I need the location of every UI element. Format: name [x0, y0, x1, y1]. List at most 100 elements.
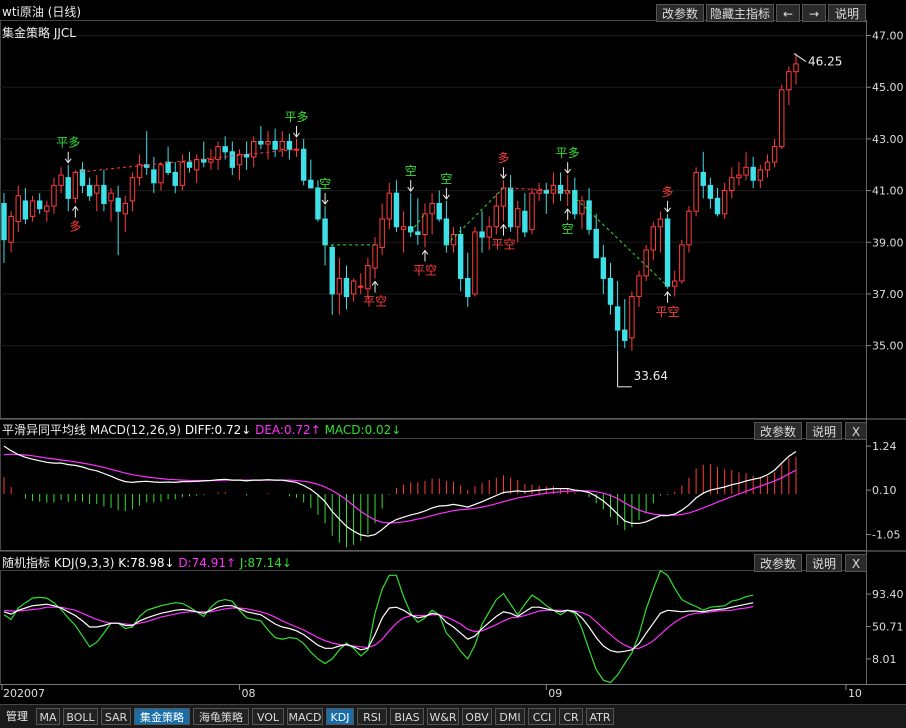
candle-body-88 — [629, 296, 635, 339]
candle-body-5 — [36, 200, 43, 210]
chart-canvas[interactable]: 47.0045.0043.0041.0039.0037.0035.00平多多平多… — [0, 0, 906, 727]
candle-body-50 — [358, 285, 364, 288]
candle-body-106 — [757, 169, 764, 181]
candle-body-25 — [179, 161, 186, 186]
candle-body-26 — [186, 161, 193, 168]
candle-body-85 — [607, 277, 614, 305]
candle-body-107 — [764, 161, 771, 171]
kdj-name: 随机指标 — [2, 556, 51, 570]
candle-body-17 — [122, 202, 129, 215]
macd-macd-value: MACD:0.02↓ — [324, 423, 402, 437]
price-tick-label-3: 41.00 — [872, 185, 904, 198]
panel-frame-0 — [0, 20, 867, 419]
candle-body-67 — [479, 231, 485, 238]
kdj-tick-label-1: 50.71 — [872, 620, 904, 633]
macd-name: 平滑异同平均线 — [2, 423, 87, 437]
candle-body-108 — [771, 146, 778, 163]
candle-body-68 — [486, 226, 492, 238]
tab-obv[interactable]: OBV — [462, 708, 492, 725]
candle-body-100 — [714, 197, 721, 215]
candle-body-95 — [679, 244, 685, 282]
signal-arrow-2 — [293, 125, 300, 138]
macd-close-button[interactable]: X — [845, 422, 867, 440]
candle-body-61 — [436, 202, 442, 220]
kdj-close-button[interactable]: X — [845, 554, 867, 572]
candle-body-77 — [550, 184, 557, 194]
candle-body-13 — [94, 184, 100, 194]
tab-kdj[interactable]: KDJ — [326, 708, 354, 725]
tab-cr[interactable]: CR — [559, 708, 583, 725]
tab-vol[interactable]: VOL — [252, 708, 284, 725]
candle-body-90 — [643, 249, 649, 277]
overlay-code: JJCL — [53, 26, 76, 40]
candle-body-60 — [429, 202, 435, 215]
tab-turtle[interactable]: 海龟策略 — [193, 708, 249, 725]
price-tick-label-1: 45.00 — [872, 81, 904, 94]
candle-body-59 — [422, 213, 428, 236]
candle-body-109 — [779, 89, 785, 148]
signal-arrow-7 — [442, 187, 450, 200]
main-help-button[interactable]: 说明 — [828, 4, 866, 22]
candle-body-81 — [579, 200, 585, 215]
macd-diff-value: DIFF:0.72↓ — [184, 423, 252, 437]
tab-boll[interactable]: BOLL — [63, 708, 98, 725]
symbol-name: wti原油 — [2, 5, 44, 19]
candle-body-54 — [386, 192, 393, 220]
price-tick-label-6: 35.00 — [872, 340, 904, 353]
candle-body-55 — [393, 192, 400, 228]
candle-body-103 — [736, 174, 742, 179]
macd-params: MACD(12,26,9) — [89, 423, 181, 437]
tab-jjcl[interactable]: 集金策略 — [134, 708, 190, 725]
signal-arrow-10 — [564, 162, 572, 174]
candle-body-21 — [151, 169, 157, 184]
tab-bias[interactable]: BIAS — [390, 708, 424, 725]
candle-body-75 — [536, 190, 542, 194]
macd-header: 平滑异同平均线 MACD(12,26,9) DIFF:0.72↓ DEA:0.7… — [2, 421, 401, 438]
signal-arrow-0 — [64, 151, 72, 164]
candle-body-102 — [729, 177, 735, 192]
macd-tick-label-0: 1.24 — [872, 440, 897, 453]
candle-body-52 — [372, 244, 378, 269]
tab-cci[interactable]: CCI — [528, 708, 556, 725]
macd-help-button[interactable]: 说明 — [806, 422, 842, 440]
candle-body-45 — [322, 218, 328, 246]
tab-wr[interactable]: W&R — [427, 708, 459, 725]
candle-body-83 — [593, 228, 599, 259]
kdj-tick-label-2: 8.01 — [872, 653, 897, 666]
candle-body-64 — [457, 234, 464, 279]
candle-body-69 — [493, 205, 500, 228]
date-tick-label-3: 10 — [848, 687, 862, 700]
macd-edit-params-button[interactable]: 改参数 — [754, 422, 802, 440]
kdj-help-button[interactable]: 说明 — [806, 554, 842, 572]
tab-manage[interactable]: 管理 — [2, 708, 32, 725]
tab-macd[interactable]: MACD — [287, 708, 323, 725]
overlay-header: 集金策略 JJCL — [2, 24, 76, 41]
candle-body-28 — [201, 159, 207, 163]
candle-body-7 — [51, 184, 57, 207]
candle-body-1 — [8, 215, 14, 243]
candle-body-40 — [286, 140, 293, 150]
candle-body-16 — [115, 197, 121, 212]
tab-ma[interactable]: MA — [36, 708, 60, 725]
main-edit-params-button[interactable]: 改参数 — [656, 4, 704, 22]
candle-body-3 — [22, 200, 29, 220]
candle-body-65 — [465, 277, 471, 298]
signal-arrow-12 — [664, 200, 671, 213]
tab-dmi[interactable]: DMI — [495, 708, 525, 725]
tab-sar[interactable]: SAR — [101, 708, 131, 725]
candle-body-101 — [721, 190, 728, 215]
hide-main-indicator-button[interactable]: 隐藏主指标 — [706, 4, 774, 22]
candle-body-97 — [693, 171, 699, 212]
tab-atr[interactable]: ATR — [586, 708, 614, 725]
candle-body-43 — [308, 179, 314, 189]
candle-body-76 — [543, 190, 549, 194]
arrow-left-button[interactable]: ← — [776, 4, 800, 22]
candle-body-72 — [515, 208, 521, 228]
arrow-right-button[interactable]: → — [802, 4, 826, 22]
candle-body-15 — [108, 192, 114, 202]
candle-body-96 — [686, 210, 692, 246]
tab-rsi[interactable]: RSI — [357, 708, 387, 725]
candle-body-51 — [365, 265, 371, 290]
kdj-edit-params-button[interactable]: 改参数 — [754, 554, 802, 572]
candle-body-2 — [15, 195, 21, 223]
